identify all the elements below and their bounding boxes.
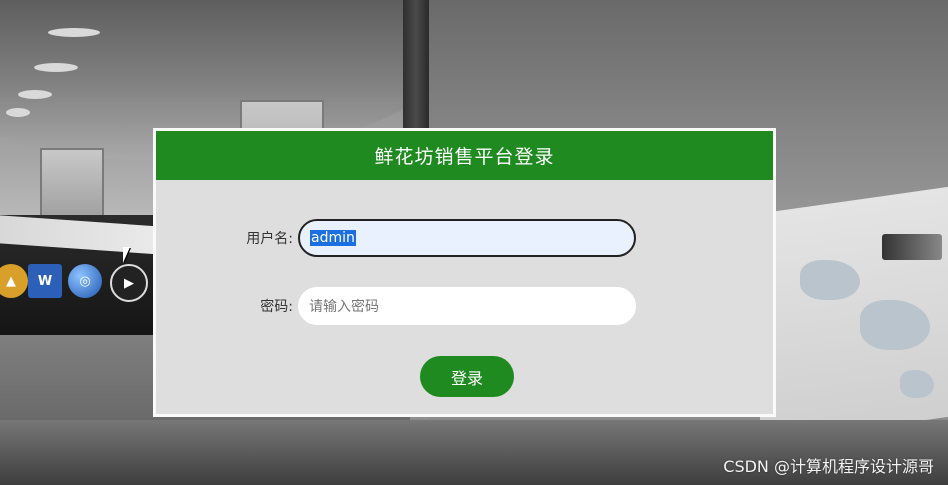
word-icon: W <box>28 264 62 298</box>
ceiling-light <box>34 63 78 72</box>
login-button[interactable]: 登录 <box>420 356 514 397</box>
username-value: admin <box>310 230 356 246</box>
login-title: 鲜花坊销售平台登录 <box>156 131 773 180</box>
map-continent <box>800 260 860 300</box>
background-screen <box>882 234 942 260</box>
background-window <box>40 148 104 222</box>
username-input[interactable]: admin <box>298 219 636 257</box>
play-icon: ▶ <box>110 264 148 302</box>
mouse-cursor-icon <box>123 247 130 263</box>
ceiling-light <box>18 90 52 99</box>
ceiling-light <box>48 28 100 37</box>
watermark: CSDN @计算机程序设计源哥 <box>723 457 934 476</box>
password-input[interactable]: 请输入密码 <box>298 287 636 325</box>
password-label: 密码: <box>260 299 293 315</box>
password-placeholder: 请输入密码 <box>309 299 379 315</box>
map-continent <box>860 300 930 350</box>
map-continent <box>900 370 934 398</box>
username-row: 用户名: admin <box>156 219 773 259</box>
ceiling-light <box>6 108 30 117</box>
username-label: 用户名: <box>246 231 293 247</box>
password-row: 密码: 请输入密码 <box>156 287 773 327</box>
globe-icon: ◎ <box>68 264 102 298</box>
login-panel: 鲜花坊销售平台登录 用户名: admin 密码: 请输入密码 登录 <box>153 128 776 417</box>
